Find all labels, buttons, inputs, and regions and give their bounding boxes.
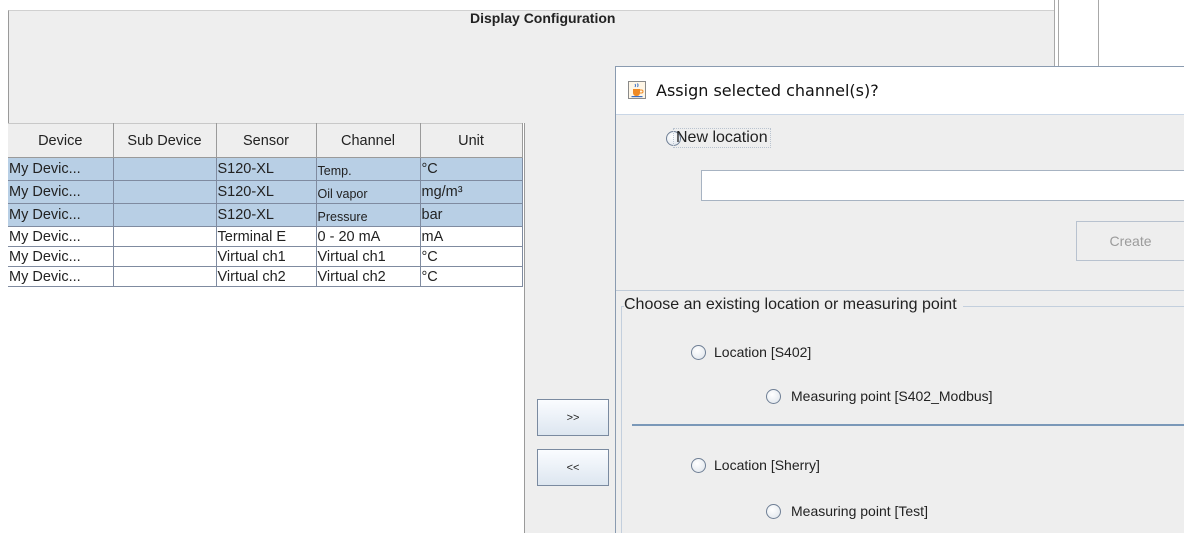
column-header-channel[interactable]: Channel	[316, 123, 421, 158]
cell-channel: Pressure	[316, 203, 421, 227]
location-s402-radio[interactable]	[691, 345, 706, 360]
app-window: Display Configuration Device Sub Device …	[0, 0, 1184, 533]
channel-table[interactable]: Device Sub Device Sensor Channel Unit My…	[8, 123, 523, 287]
table-row[interactable]: My Devic... Virtual ch2 Virtual ch2 °C	[8, 266, 523, 287]
cell-device: My Devic...	[8, 226, 114, 247]
cell-sub-device	[113, 157, 217, 181]
cell-sub-device	[113, 246, 217, 267]
measuring-point-test-radio[interactable]	[766, 504, 781, 519]
cell-unit: °C	[420, 157, 523, 181]
cell-sub-device	[113, 203, 217, 227]
cell-sensor: S120-XL	[216, 180, 317, 204]
cell-unit: bar	[420, 203, 523, 227]
cell-channel: 0 - 20 mA	[316, 226, 421, 247]
remove-channel-button[interactable]: <<	[537, 449, 609, 486]
table-row[interactable]: My Devic... Virtual ch1 Virtual ch1 °C	[8, 246, 523, 267]
cell-device: My Devic...	[8, 266, 114, 287]
table-row[interactable]: My Devic... S120-XL Oil vapor mg/m³	[8, 180, 523, 204]
new-location-input[interactable]	[701, 170, 1184, 201]
table-row[interactable]: My Devic... S120-XL Temp. °C	[8, 157, 523, 181]
cell-sub-device	[113, 226, 217, 247]
channel-table-container[interactable]: Device Sub Device Sensor Channel Unit My…	[8, 123, 525, 533]
cell-sensor: Virtual ch2	[216, 266, 317, 287]
cell-channel: Oil vapor	[316, 180, 421, 204]
table-header-row: Device Sub Device Sensor Channel Unit	[8, 123, 523, 158]
existing-location-group	[621, 306, 1184, 533]
column-header-device[interactable]: Device	[8, 123, 114, 158]
cell-device: My Devic...	[8, 180, 114, 204]
cell-device: My Devic...	[8, 203, 114, 227]
cell-channel: Virtual ch1	[316, 246, 421, 267]
cell-sub-device	[113, 180, 217, 204]
cell-unit: mA	[420, 226, 523, 247]
cell-device: My Devic...	[8, 157, 114, 181]
new-location-label[interactable]: New location	[673, 128, 771, 148]
cell-device: My Devic...	[8, 246, 114, 267]
dialog-title-bar[interactable]: Assign selected channel(s)?	[616, 67, 1184, 115]
measuring-point-s402-modbus-radio[interactable]	[766, 389, 781, 404]
cell-sensor: S120-XL	[216, 157, 317, 181]
column-header-sensor[interactable]: Sensor	[216, 123, 317, 158]
cell-channel: Virtual ch2	[316, 266, 421, 287]
dialog-title: Assign selected channel(s)?	[656, 81, 879, 100]
cell-unit: mg/m³	[420, 180, 523, 204]
cell-channel: Temp.	[316, 157, 421, 181]
location-divider	[632, 424, 1184, 426]
measuring-point-test-label[interactable]: Measuring point [Test]	[791, 503, 928, 519]
table-row[interactable]: My Devic... Terminal E 0 - 20 mA mA	[8, 226, 523, 247]
table-row[interactable]: My Devic... S120-XL Pressure bar	[8, 203, 523, 227]
measuring-point-s402-modbus-label[interactable]: Measuring point [S402_Modbus]	[791, 388, 993, 404]
cell-sensor: S120-XL	[216, 203, 317, 227]
cell-unit: °C	[420, 266, 523, 287]
location-s402-label[interactable]: Location [S402]	[714, 344, 811, 360]
existing-location-group-title: Choose an existing location or measuring…	[624, 296, 963, 314]
cell-sensor: Virtual ch1	[216, 246, 317, 267]
cell-unit: °C	[420, 246, 523, 267]
column-header-sub-device[interactable]: Sub Device	[113, 123, 217, 158]
panel-title: Display Configuration	[470, 10, 616, 26]
create-button[interactable]: Create	[1076, 221, 1184, 261]
location-sherry-radio[interactable]	[691, 458, 706, 473]
column-header-unit[interactable]: Unit	[420, 123, 523, 158]
java-coffee-cup-icon	[628, 81, 646, 99]
section-separator	[616, 290, 1184, 291]
location-sherry-label[interactable]: Location [Sherry]	[714, 457, 820, 473]
add-channel-button[interactable]: >>	[537, 399, 609, 436]
cell-sensor: Terminal E	[216, 226, 317, 247]
cell-sub-device	[113, 266, 217, 287]
